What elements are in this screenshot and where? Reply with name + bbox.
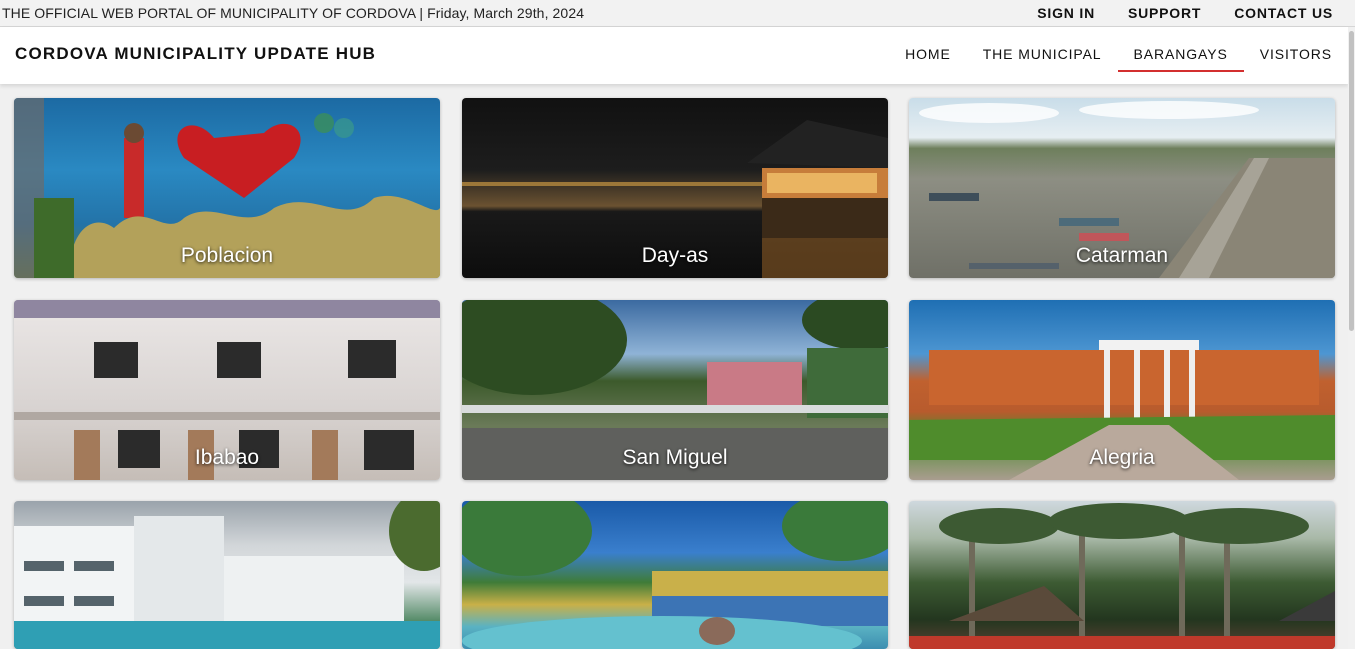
- page-scrollbar[interactable]: [1348, 27, 1355, 649]
- barangay-card-row3-2[interactable]: [462, 501, 888, 649]
- barangay-label: Alegria: [1089, 446, 1155, 469]
- resort-photo-3: [909, 503, 1335, 649]
- nav-barangays[interactable]: BARANGAYS: [1117, 27, 1244, 84]
- barangay-card-row3-1[interactable]: [14, 501, 440, 649]
- main-nav: HOME THE MUNICIPAL BARANGAYS VISITORS: [889, 27, 1348, 84]
- barangay-card-catarman[interactable]: Catarman: [909, 98, 1335, 278]
- site-header: CORDOVA MUNICIPALITY UPDATE HUB HOME THE…: [0, 27, 1348, 84]
- resort-photo-1: [14, 501, 440, 649]
- barangay-label: Day-as: [641, 244, 709, 267]
- barangay-card-alegria[interactable]: Alegria: [909, 300, 1335, 480]
- barangay-label: Poblacion: [180, 244, 274, 267]
- top-utility-bar: THE OFFICIAL WEB PORTAL OF MUNICIPALITY …: [0, 0, 1355, 27]
- barangay-label: Ibabao: [194, 446, 260, 469]
- resort-photo-2: [462, 501, 888, 649]
- nav-home[interactable]: HOME: [889, 27, 967, 84]
- nav-visitors[interactable]: VISITORS: [1244, 27, 1348, 84]
- barangay-card-row3-3[interactable]: [909, 501, 1335, 649]
- barangay-label: Catarman: [1075, 244, 1169, 267]
- scrollbar-thumb[interactable]: [1349, 31, 1354, 331]
- barangay-card-day-as[interactable]: Day-as: [462, 98, 888, 278]
- barangay-card-poblacion[interactable]: Poblacion: [14, 98, 440, 278]
- barangay-card-ibabao[interactable]: Ibabao: [14, 300, 440, 480]
- barangay-card-san-miguel[interactable]: San Miguel: [462, 300, 888, 480]
- top-links: SIGN IN SUPPORT CONTACT US: [1037, 5, 1333, 21]
- contact-us-link[interactable]: CONTACT US: [1234, 5, 1333, 21]
- site-brand[interactable]: CORDOVA MUNICIPALITY UPDATE HUB: [15, 44, 376, 64]
- nav-the-municipal[interactable]: THE MUNICIPAL: [967, 27, 1118, 84]
- sign-in-link[interactable]: SIGN IN: [1037, 5, 1095, 21]
- support-link[interactable]: SUPPORT: [1128, 5, 1201, 21]
- official-portal-text: THE OFFICIAL WEB PORTAL OF MUNICIPALITY …: [2, 5, 585, 21]
- barangay-label: San Miguel: [622, 446, 728, 469]
